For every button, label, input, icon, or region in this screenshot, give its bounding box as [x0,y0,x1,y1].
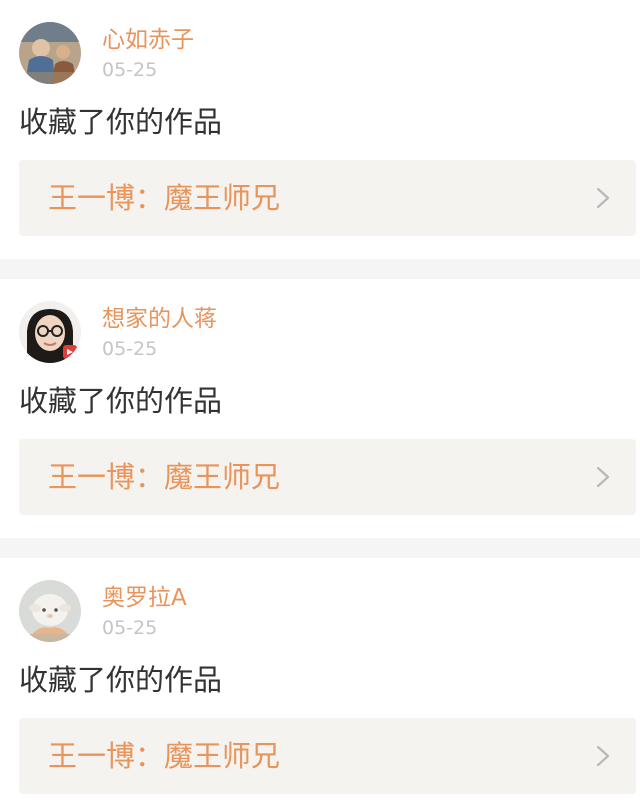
action-text: 收藏了你的作品 [19,105,223,139]
work-title: 王一博：魔王师兄 [48,739,281,773]
work-title: 王一博：魔王师兄 [48,181,281,215]
avatar-photo-woman-glasses-icon [19,301,81,363]
timestamp: 05-25 [102,338,158,360]
avatar[interactable] [19,301,81,363]
chevron-right-icon [596,466,610,488]
username[interactable]: 心如赤子 [102,24,194,56]
avatar-photo-plush-lamb-icon [19,580,81,642]
work-link[interactable]: 王一博：魔王师兄 [19,160,636,236]
separator [0,259,640,279]
username[interactable]: 想家的人蒋 [102,303,217,335]
separator [0,538,640,558]
chevron-right-icon [596,745,610,767]
avatar-photo-people-icon [19,22,81,84]
work-title: 王一博：魔王师兄 [48,460,281,494]
avatar[interactable] [19,22,81,84]
timestamp: 05-25 [102,617,158,639]
notification-card: 想家的人蒋 05-25 收藏了你的作品 王一博：魔王师兄 [0,279,640,538]
notification-card: 心如赤子 05-25 收藏了你的作品 王一博：魔王师兄 [0,0,640,259]
work-link[interactable]: 王一博：魔王师兄 [19,718,636,794]
notification-feed: 心如赤子 05-25 收藏了你的作品 王一博：魔王师兄 想家的人蒋 05-25 … [0,0,640,800]
username[interactable]: 奥罗拉A [102,582,187,614]
timestamp: 05-25 [102,59,158,81]
avatar[interactable] [19,580,81,642]
action-text: 收藏了你的作品 [19,663,223,697]
action-text: 收藏了你的作品 [19,384,223,418]
notification-card: 奥罗拉A 05-25 收藏了你的作品 王一博：魔王师兄 [0,558,640,800]
work-link[interactable]: 王一博：魔王师兄 [19,439,636,515]
chevron-right-icon [596,187,610,209]
